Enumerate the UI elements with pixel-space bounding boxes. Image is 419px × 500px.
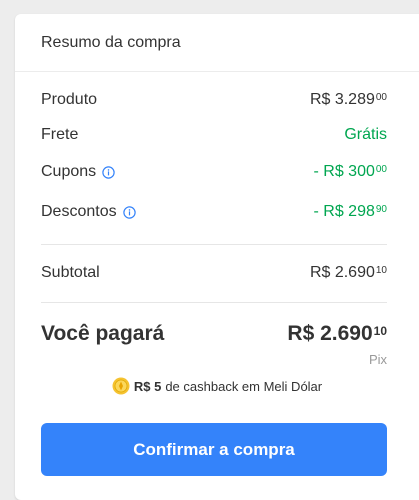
total-row: Você pagará R$ 2.690 10 [41,322,387,346]
cashback-info: R$ 5 de cashback em Meli Dólar [15,377,419,395]
summary-title: Resumo da compra [41,33,181,51]
shipping-row: Frete Grátis [41,126,387,144]
coupons-label: Cupons [41,163,97,180]
divider [41,244,387,245]
subtotal-row: Subtotal R$ 2.690 10 [41,264,387,282]
discounts-info-icon[interactable] [122,205,136,219]
product-price: R$ 3.289 00 [309,91,387,108]
divider [41,302,387,303]
total-price: R$ 2.690 10 [287,322,387,345]
coupons-info-icon[interactable] [102,165,115,179]
subtotal-label: Subtotal [41,264,100,281]
discounts-label: Descontos [41,203,117,220]
cashback-amount: R$ 5 [133,378,162,394]
coupons-price: - R$ 300 00 [313,163,388,180]
purchase-summary-card: Resumo da compra Produto R$ 3.289 00 Fre… [15,14,419,500]
shipping-label: Frete [41,126,79,143]
coin-icon [112,377,130,395]
payment-method-label: Pix [368,352,387,367]
confirm-purchase-button[interactable]: Confirmar a compra [41,423,387,476]
product-label: Produto [41,91,98,108]
discounts-row: Descontos - R$ 298 90 [41,203,387,221]
total-label: Você pagará [41,322,165,345]
coupons-row: Cupons - R$ 300 00 [41,163,387,181]
shipping-price: Grátis [344,126,387,143]
product-row: Produto R$ 3.289 00 [41,91,387,109]
subtotal-price: R$ 2.690 10 [309,264,387,281]
cashback-text: de cashback em Meli Dólar [165,378,323,394]
card-header: Resumo da compra [15,14,419,72]
discounts-price: - R$ 298 90 [313,203,388,220]
